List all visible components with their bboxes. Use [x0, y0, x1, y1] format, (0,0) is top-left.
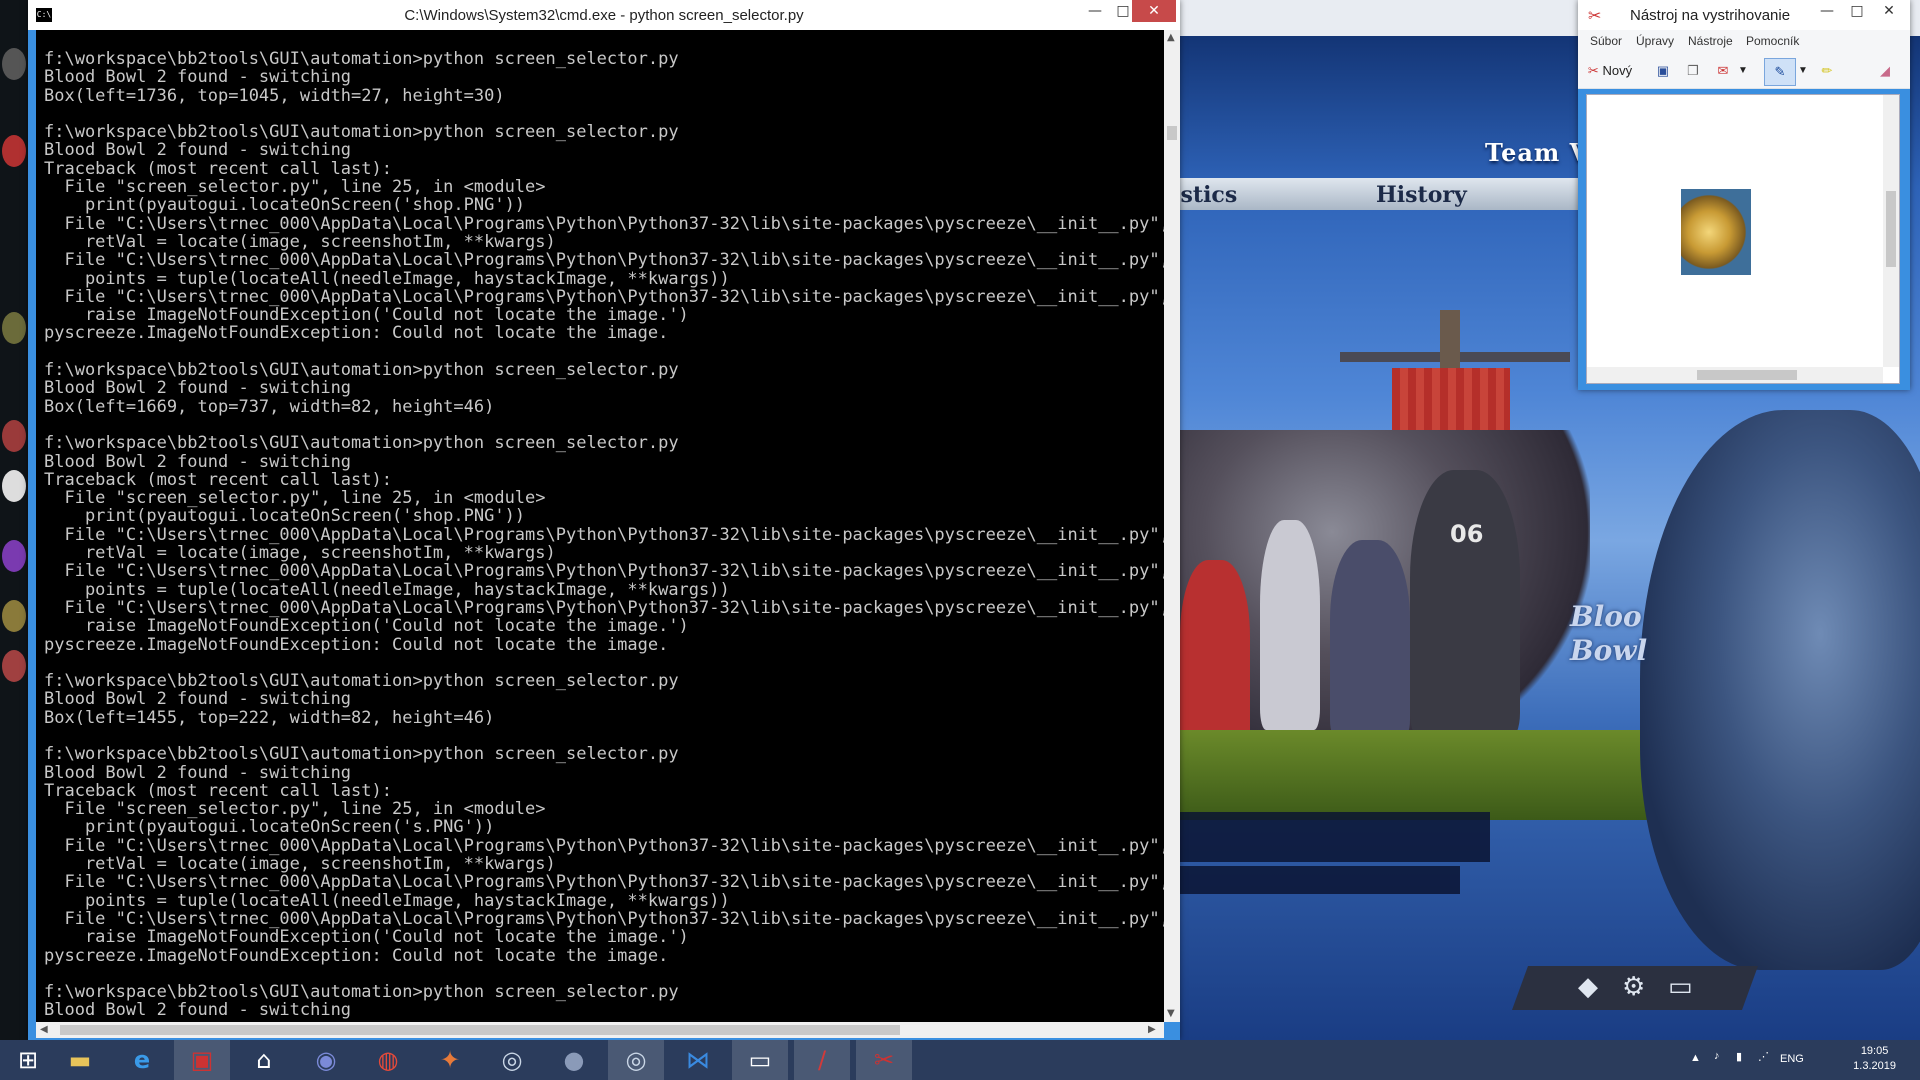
- orb-icon[interactable]: ●: [546, 1040, 602, 1080]
- clock-date: 1.3.2019: [1853, 1060, 1896, 1072]
- vertical-scroll-thumb[interactable]: [1886, 191, 1896, 267]
- dark-info-panel-2: [1160, 866, 1460, 894]
- gear-icon[interactable]: ⚙: [1622, 972, 1645, 1002]
- player-figure: [1260, 520, 1320, 730]
- snip-canvas[interactable]: [1586, 94, 1900, 384]
- clock-time: 19:05: [1860, 1045, 1889, 1057]
- desktop-icon[interactable]: [2, 420, 26, 452]
- desktop-icon[interactable]: [2, 48, 26, 80]
- game-icon[interactable]: ✦: [422, 1040, 478, 1080]
- logo-line-2: Bowl: [1570, 634, 1648, 667]
- jersey-number: 06: [1450, 520, 1484, 548]
- menu-edit[interactable]: Úpravy: [1636, 34, 1674, 48]
- snipping-tool-window[interactable]: ✂ Nástroj na vystrihovanie — □ ✕ Súbor Ú…: [1578, 0, 1910, 390]
- captured-coin-image: [1681, 189, 1751, 275]
- chevron-down-icon[interactable]: ▼: [1796, 58, 1810, 84]
- diamond-icon[interactable]: ◆: [1578, 972, 1598, 1002]
- steam-icon[interactable]: ◎: [608, 1040, 664, 1080]
- microphone-graphic: [1640, 410, 1920, 970]
- logo-line-1: Bloo: [1570, 600, 1642, 633]
- grass-field: [1160, 730, 1680, 820]
- desktop-icon[interactable]: [2, 135, 26, 167]
- minimize-button[interactable]: —: [1080, 0, 1110, 22]
- horizontal-scrollbar[interactable]: [1587, 367, 1883, 383]
- menu-file[interactable]: Súbor: [1590, 34, 1622, 48]
- minimize-button[interactable]: —: [1812, 0, 1842, 22]
- snipping-menubar: Súbor Úpravy Nástroje Pomocník: [1578, 30, 1910, 52]
- desktop-icon[interactable]: [2, 540, 26, 572]
- volume-icon[interactable]: ♪: [1714, 1050, 1720, 1062]
- folder-icon[interactable]: ▬: [52, 1040, 108, 1080]
- snipping-tool-title: Nástroj na vystrihovanie: [1630, 7, 1791, 24]
- system-tray: ▲ ♪ ▮ ⋰ ENG 19:05 1.3.2019: [1680, 1040, 1920, 1080]
- maximize-button[interactable]: □: [1842, 0, 1872, 22]
- vertical-scrollbar[interactable]: ▲ ▼: [1164, 30, 1180, 1022]
- new-snip-button[interactable]: ✂ Nový: [1586, 58, 1634, 84]
- scroll-down-icon[interactable]: ▼: [1167, 1008, 1175, 1019]
- menu-tools[interactable]: Nástroje: [1688, 34, 1733, 48]
- steam-icon[interactable]: ◎: [484, 1040, 540, 1080]
- clock[interactable]: 19:05 1.3.2019: [1853, 1044, 1896, 1074]
- network-icon[interactable]: ⋰: [1758, 1050, 1769, 1063]
- console-text: f:\workspace\bb2tools\GUI\automation>pyt…: [44, 49, 1164, 1021]
- chrome-icon[interactable]: ◍: [360, 1040, 416, 1080]
- vertical-scrollbar[interactable]: [1883, 95, 1899, 367]
- windows-start-icon[interactable]: ⊞: [0, 1040, 56, 1080]
- snipping-toolbar: ✂ Nový ▣ ❐ ✉ ▼ ✎ ▼ ✏ ◢: [1578, 52, 1910, 89]
- internet-explorer-icon[interactable]: e: [114, 1040, 170, 1080]
- console-icon[interactable]: ▭: [732, 1040, 788, 1080]
- save-icon[interactable]: ▣: [1650, 58, 1676, 84]
- desktop-icon[interactable]: [2, 470, 26, 502]
- console-output[interactable]: f:\workspace\bb2tools\GUI\automation>pyt…: [36, 30, 1164, 1022]
- close-button[interactable]: ✕: [1874, 0, 1904, 22]
- horizontal-scroll-thumb[interactable]: [60, 1025, 900, 1035]
- copy-icon[interactable]: ❐: [1680, 58, 1706, 84]
- new-label: Nový: [1602, 63, 1633, 78]
- highlighter-icon[interactable]: ✏: [1814, 58, 1840, 84]
- vertical-scroll-thumb[interactable]: [1167, 126, 1177, 140]
- battery-icon[interactable]: ▮: [1736, 1050, 1742, 1063]
- blood-bowl-icon[interactable]: /: [794, 1040, 850, 1080]
- cmd-window-title: C:\Windows\System32\cmd.exe - python scr…: [404, 7, 804, 24]
- tab-history[interactable]: History: [1376, 182, 1467, 208]
- vscode-icon[interactable]: ⋈: [670, 1040, 726, 1080]
- horizontal-scroll-thumb[interactable]: [1697, 370, 1797, 380]
- scissors-icon[interactable]: ✂: [856, 1040, 912, 1080]
- desktop-icon[interactable]: [2, 600, 26, 632]
- cmd-window[interactable]: C:\ C:\Windows\System32\cmd.exe - python…: [28, 0, 1180, 1040]
- desktop-icon[interactable]: [2, 650, 26, 682]
- cmd-titlebar[interactable]: C:\ C:\Windows\System32\cmd.exe - python…: [28, 0, 1180, 30]
- menu-help[interactable]: Pomocník: [1746, 34, 1799, 48]
- send-snip-icon[interactable]: ✉: [1710, 58, 1736, 84]
- chevron-up-icon[interactable]: ▲: [1690, 1052, 1701, 1064]
- player-figure: [1180, 560, 1250, 750]
- player-figure: [1330, 540, 1410, 740]
- scissors-icon: ✂: [1587, 63, 1599, 78]
- scroll-right-icon[interactable]: ▶: [1148, 1024, 1156, 1035]
- scroll-up-icon[interactable]: ▲: [1167, 32, 1175, 43]
- scroll-left-icon[interactable]: ◀: [40, 1024, 48, 1035]
- snipping-titlebar[interactable]: ✂ Nástroj na vystrihovanie — □ ✕: [1578, 0, 1910, 30]
- scissors-icon: ✂: [1588, 6, 1602, 25]
- chevron-down-icon[interactable]: ▼: [1736, 58, 1750, 84]
- close-button[interactable]: ✕: [1132, 0, 1176, 22]
- desktop-icon[interactable]: [2, 312, 26, 344]
- player-figure: [1410, 470, 1520, 740]
- language-indicator[interactable]: ENG: [1780, 1053, 1804, 1065]
- eraser-icon[interactable]: ◢: [1872, 58, 1898, 84]
- chat-icon[interactable]: ▭: [1668, 972, 1693, 1002]
- desktop-left-strip: [0, 0, 28, 1040]
- discord-icon[interactable]: ◉: [298, 1040, 354, 1080]
- blood-bowl-logo: Bloo Bowl: [1570, 600, 1647, 668]
- floppy-icon[interactable]: ▣: [174, 1040, 230, 1080]
- pen-icon[interactable]: ✎: [1764, 58, 1796, 86]
- home-icon[interactable]: ⌂: [236, 1040, 292, 1080]
- horizontal-scrollbar[interactable]: ◀ ▶: [36, 1022, 1164, 1038]
- dark-info-panel: [1160, 812, 1490, 862]
- taskbar: ⊞ ▬ e ▣ ⌂ ◉ ◍ ✦ ◎ ● ◎ ⋈ ▭ / ✂ ▲ ♪ ▮ ⋰ EN…: [0, 1040, 1920, 1080]
